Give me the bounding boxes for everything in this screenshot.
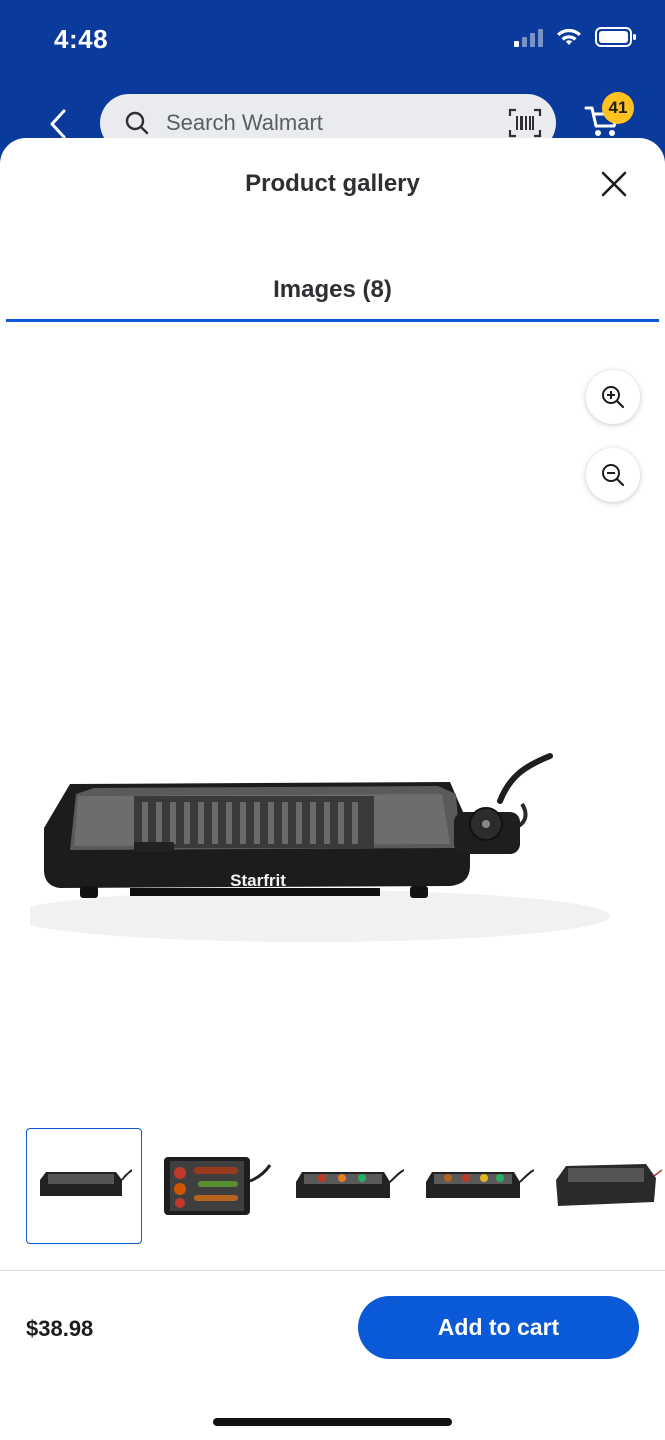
close-button[interactable] bbox=[596, 166, 632, 202]
zoom-out-button[interactable] bbox=[586, 448, 640, 502]
add-to-cart-button[interactable]: Add to cart bbox=[358, 1296, 639, 1359]
thumbnail-image bbox=[426, 1169, 534, 1198]
thumbnail-item[interactable] bbox=[290, 1128, 406, 1244]
chevron-left-icon bbox=[50, 109, 66, 139]
footer-divider bbox=[0, 1270, 665, 1271]
zoom-in-button[interactable] bbox=[586, 370, 640, 424]
wifi-icon bbox=[557, 28, 581, 45]
thumbnail-item[interactable] bbox=[158, 1128, 274, 1244]
tab-images[interactable]: Images (8) bbox=[6, 260, 659, 322]
home-indicator bbox=[213, 1418, 452, 1426]
product-main-image[interactable]: Starfrit bbox=[30, 616, 610, 956]
zoom-in-icon bbox=[602, 386, 625, 409]
thumbnail-image bbox=[296, 1169, 404, 1198]
sheet-title: Product gallery bbox=[245, 170, 420, 197]
thumbnail-image bbox=[556, 1164, 663, 1206]
tab-images-label: Images (8) bbox=[273, 276, 392, 303]
thumbnail-item[interactable] bbox=[550, 1128, 665, 1244]
thumbnail-item[interactable] bbox=[420, 1128, 536, 1244]
thumbnail-item[interactable] bbox=[26, 1128, 142, 1244]
barcode-scan-icon[interactable] bbox=[508, 108, 542, 138]
cellular-signal-icon bbox=[514, 27, 543, 47]
battery-icon bbox=[595, 27, 636, 47]
thumbnail-image bbox=[40, 1169, 132, 1196]
search-icon bbox=[125, 111, 149, 135]
thumbnail-image bbox=[164, 1157, 272, 1215]
cart-count-badge: 41 bbox=[602, 92, 634, 124]
cart-button[interactable]: 41 bbox=[584, 92, 634, 142]
thumbnail-strip bbox=[0, 1128, 665, 1246]
zoom-out-icon bbox=[602, 464, 625, 487]
close-icon bbox=[601, 171, 627, 197]
status-icons bbox=[514, 26, 637, 48]
product-price: $38.98 bbox=[26, 1316, 94, 1341]
search-placeholder: Search Walmart bbox=[166, 110, 323, 135]
status-time: 4:48 bbox=[54, 24, 109, 54]
product-gallery-sheet: Product gallery Images (8) Starfrit $38.… bbox=[0, 138, 665, 1440]
product-brand-text: Starfrit bbox=[230, 871, 286, 890]
